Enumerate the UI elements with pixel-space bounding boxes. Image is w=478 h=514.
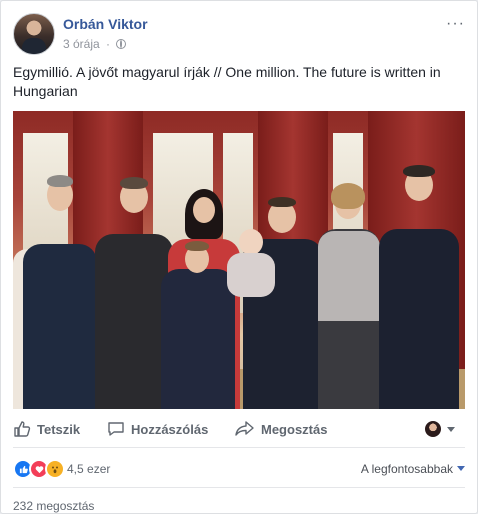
comment-label: Hozzászólás (131, 421, 209, 437)
reaction-count[interactable]: 4,5 ezer (67, 462, 110, 476)
share-label: Megosztás (261, 421, 328, 437)
reaction-icons[interactable] (13, 459, 65, 479)
page-avatar[interactable] (425, 421, 441, 437)
meta-separator: · (106, 37, 111, 51)
chevron-down-icon (457, 466, 465, 471)
post-text: Egymillió. A jövőt magyarul írják // One… (13, 64, 441, 99)
comment-button[interactable]: Hozzászólás (107, 420, 208, 438)
like-label: Tetszik (37, 421, 81, 437)
comment-sort-dropdown[interactable]: A legfontosabbak (361, 462, 465, 476)
post-photo[interactable] (13, 111, 465, 409)
share-count[interactable]: 232 megosztás (13, 499, 94, 513)
share-arrow-icon (235, 421, 254, 436)
like-button[interactable]: Tetszik (13, 420, 80, 438)
post-meta: 3 órája · (63, 37, 127, 51)
action-bar: Tetszik Hozzászólás Megosztás (13, 411, 465, 448)
divider (13, 487, 465, 488)
post-header: Orbán Viktor 3 órája · ··· (13, 13, 465, 57)
more-options-icon[interactable]: ··· (446, 16, 465, 32)
chevron-down-icon[interactable] (447, 427, 455, 432)
share-button[interactable]: Megosztás (235, 420, 327, 438)
post-card: Orbán Viktor 3 órája · ··· Egymillió. A … (0, 0, 478, 514)
thumbs-up-icon (14, 421, 31, 437)
post-timestamp[interactable]: 3 órája (63, 37, 100, 51)
reactions-row: 4,5 ezer A legfontosabbak (13, 459, 465, 479)
globe-icon[interactable] (116, 39, 127, 49)
author-avatar[interactable] (13, 13, 55, 55)
wow-reaction-icon (45, 459, 65, 479)
sort-label: A legfontosabbak (360, 462, 453, 476)
author-name[interactable]: Orbán Viktor (63, 16, 148, 32)
comment-bubble-icon (108, 422, 124, 436)
